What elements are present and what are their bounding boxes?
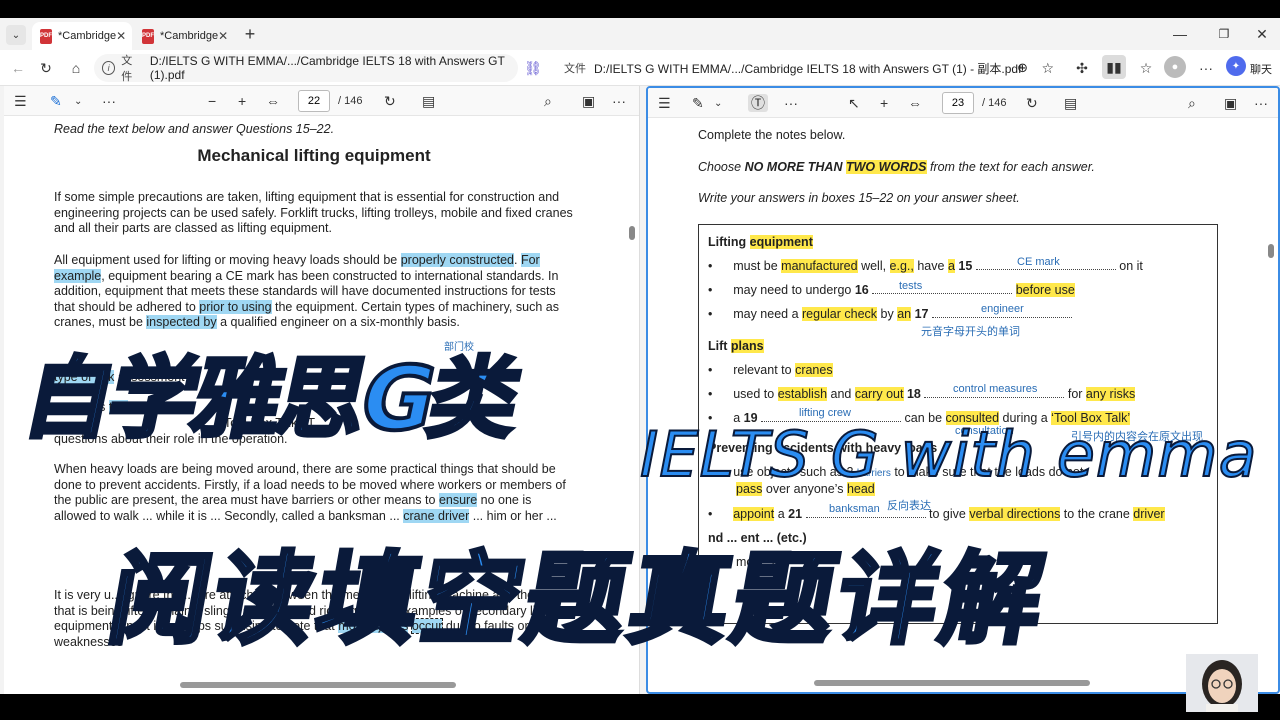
split-screen-icon[interactable]: ▮▮ [1102, 55, 1126, 79]
page-view-icon[interactable]: ▤ [1064, 94, 1077, 112]
vertical-scrollbar[interactable] [1268, 244, 1274, 258]
address-bar-right[interactable]: 文件 D:/IELTS G WITH EMMA/.../Cambridge IE… [548, 54, 1064, 82]
page-view-icon[interactable]: ▤ [422, 92, 435, 110]
chat-label[interactable]: 聊天 [1250, 61, 1272, 77]
zoom-in-icon[interactable]: + [880, 94, 888, 112]
vertical-scrollbar[interactable] [629, 226, 635, 240]
page-number-input[interactable]: 23 [942, 92, 974, 114]
tab-label: *Cambridge [160, 30, 219, 42]
page-count: / 146 [982, 97, 1007, 109]
extensions-icon[interactable]: ✣ [1072, 58, 1092, 78]
restore-icon[interactable]: ❐ [1214, 24, 1234, 44]
pdf-toolbar-left: ☰ ✎ ⌄ ··· − + ⇔ 22 / 146 ↻ ▤ ⌕ ▣ ··· [4, 86, 639, 116]
note-16: • may need to undergo 16 before use [708, 283, 1075, 297]
instruction-3: Write your answers in boxes 15–22 on you… [698, 191, 1020, 205]
paragraph-2: All equipment used for lifting or moving… [54, 253, 559, 330]
search-icon[interactable]: ⌕ [544, 92, 552, 110]
info-icon: i [102, 61, 116, 75]
more-options-icon[interactable]: ··· [784, 94, 798, 112]
search-icon[interactable]: ⌕ [1188, 94, 1196, 112]
presenter-avatar-icon [1186, 654, 1258, 712]
contents-icon[interactable]: ☰ [658, 94, 671, 112]
more-options-icon[interactable]: ··· [102, 92, 116, 110]
save-icon[interactable]: ▣ [582, 92, 595, 110]
tab-actions-chevron-icon[interactable]: ⌄ [6, 25, 26, 45]
pdf-toolbar-right: ☰ ✎ ⌄ Ⓣ ··· ↖ + ⇔ 23 / 146 ↻ ▤ ⌕ ▣ ··· [648, 88, 1278, 118]
tab-strip: ⌄ PDF *Cambridge ✕ PDF *Cambridge ✕ + — … [0, 18, 1280, 50]
address-bar-left[interactable]: i 文件 D:/IELTS G WITH EMMA/.../Cambridge … [94, 54, 518, 83]
horizontal-scrollbar[interactable] [180, 682, 456, 688]
note-vowel-words: 元音字母开头的单词 [921, 326, 1020, 338]
contents-icon[interactable]: ☰ [14, 92, 27, 110]
answer-17: engineer [981, 303, 1024, 315]
chevron-down-icon[interactable]: ⌄ [74, 92, 82, 110]
fit-width-icon[interactable]: ⇔ [266, 92, 280, 110]
back-icon[interactable]: ← [8, 58, 28, 78]
close-tab-icon[interactable]: ✕ [116, 29, 126, 43]
close-tab-icon[interactable]: ✕ [218, 29, 228, 43]
pdf-icon: PDF [40, 28, 52, 44]
heading-lift-plans: Lift plans [708, 339, 764, 353]
url-text: D:/IELTS G WITH EMMA/.../Cambridge IELTS… [149, 54, 505, 82]
webcam-overlay [1186, 654, 1258, 712]
save-icon[interactable]: ▣ [1224, 94, 1237, 112]
draw-icon[interactable]: ✎ [50, 92, 62, 110]
answer-18: control measures [953, 383, 1038, 395]
favorite-star-icon[interactable]: ☆ [1041, 60, 1054, 77]
heading-lifting-equipment: Lifting equipment [708, 235, 813, 249]
close-window-icon[interactable]: ✕ [1252, 24, 1272, 44]
address-row: ← ↻ ⌂ i 文件 D:/IELTS G WITH EMMA/.../Camb… [0, 50, 1280, 86]
rotate-icon[interactable]: ↻ [1026, 94, 1038, 112]
tab-cambridge-1[interactable]: PDF *Cambridge ✕ [32, 22, 132, 50]
instruction-2: Choose NO MORE THAN TWO WORDS from the t… [698, 160, 1095, 174]
draw-icon[interactable]: ✎ [692, 94, 704, 112]
link-split-icon[interactable]: ⛓ [522, 58, 544, 78]
refresh-icon[interactable]: ↻ [36, 58, 56, 78]
paragraph-4: When heavy loads are being moved around,… [54, 462, 566, 523]
text-icon[interactable]: Ⓣ [748, 94, 768, 112]
page-number-input[interactable]: 22 [298, 90, 330, 112]
answer-15: CE mark [1017, 256, 1060, 268]
overlay-title-self-study: 自学雅思G类 [14, 345, 528, 452]
answer-21: banksman [829, 503, 880, 515]
home-icon[interactable]: ⌂ [66, 58, 86, 78]
zoom-out-icon[interactable]: − [208, 92, 216, 110]
tab-cambridge-2[interactable]: PDF *Cambridge ✕ [134, 22, 234, 50]
minimize-icon[interactable]: — [1170, 24, 1190, 44]
highlight: prior to using [199, 299, 272, 314]
chevron-down-icon[interactable]: ⌄ [714, 94, 722, 112]
rotate-icon[interactable]: ↻ [384, 92, 396, 110]
more-icon[interactable]: ··· [1254, 94, 1268, 112]
intro-text: Read the text below and answer Questions… [54, 122, 335, 136]
overlay-title-topic: 阅读填空题真题详解 [98, 539, 1059, 660]
favorites-icon[interactable]: ☆ [1136, 58, 1156, 78]
copilot-icon[interactable]: ✦ [1226, 56, 1246, 76]
tab-label: *Cambridge [58, 30, 117, 42]
zoom-in-icon[interactable]: + [238, 92, 246, 110]
instruction-1: Complete the notes below. [698, 128, 846, 142]
highlight: properly constructed [400, 253, 514, 267]
profile-avatar-icon[interactable]: ● [1164, 56, 1186, 78]
cursor-icon: ↖ [848, 94, 860, 111]
new-tab-icon[interactable]: + [240, 24, 260, 44]
more-menu-icon[interactable]: ··· [1196, 58, 1216, 78]
pdf-icon: PDF [142, 28, 154, 44]
horizontal-scrollbar[interactable] [814, 680, 1090, 686]
scheme-label: 文件 [564, 63, 586, 75]
more-icon[interactable]: ··· [612, 92, 626, 110]
paragraph-1: If some simple precautions are taken, li… [54, 190, 573, 236]
article-title: Mechanical lifting equipment [197, 146, 431, 165]
note-18: • used to establish and carry out 18 for… [708, 387, 1136, 401]
note-cranes: • relevant to cranes [708, 363, 833, 377]
page-count: / 146 [338, 95, 363, 107]
scheme-label: 文件 [121, 55, 133, 83]
zoom-icon[interactable]: ⊕ [1017, 60, 1028, 76]
url-text: D:/IELTS G WITH EMMA/.../Cambridge IELTS… [594, 61, 1022, 76]
answer-16: tests [899, 280, 923, 292]
fit-width-icon[interactable]: ⇔ [908, 94, 922, 112]
note-15: • must be manufactured well, e.g., have … [708, 259, 1143, 273]
overlay-title-channel: IELTS G with emma [639, 417, 1258, 492]
